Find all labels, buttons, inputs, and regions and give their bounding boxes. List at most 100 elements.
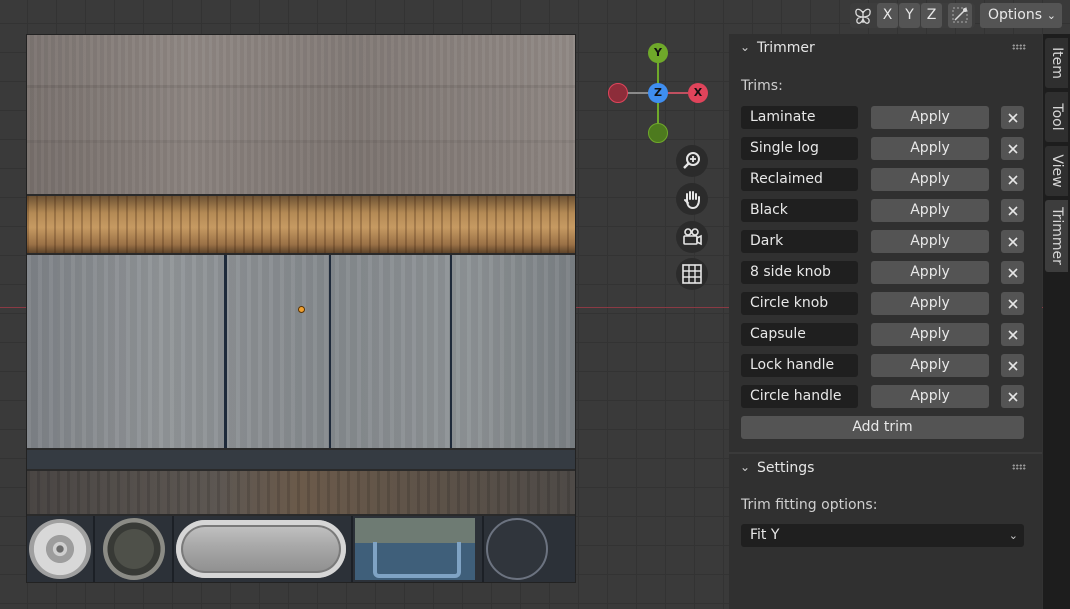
mirror-butterfly-icon[interactable] (852, 5, 874, 27)
trim-row: Circle handle Apply (741, 385, 1024, 408)
trim-delete-button[interactable] (1001, 168, 1024, 191)
trims-label: Trims: (741, 78, 783, 94)
trim-apply-button[interactable]: Apply (871, 168, 989, 191)
trim-apply-button[interactable]: Apply (871, 354, 989, 377)
trim-delete-button[interactable] (1001, 137, 1024, 160)
trim-delete-button[interactable] (1001, 230, 1024, 253)
trim-delete-button[interactable] (1001, 354, 1024, 377)
trimmer-panel-header[interactable]: ⌄ Trimmer (729, 34, 1042, 62)
texture-circle-knob (103, 518, 165, 580)
texture-circle-handle (486, 518, 548, 580)
trim-name-field[interactable]: Circle knob (741, 292, 858, 315)
drag-grip-icon[interactable] (1012, 464, 1026, 470)
texture-reclaimed (27, 255, 575, 448)
trim-name-field[interactable]: 8 side knob (741, 261, 858, 284)
texture-single-log (27, 196, 575, 253)
gizmo-neg-x-axis[interactable] (608, 83, 628, 103)
close-icon (1007, 205, 1018, 216)
tab-trimmer-label: Trimmer (1048, 207, 1065, 265)
trim-delete-button[interactable] (1001, 385, 1024, 408)
origin-point (298, 306, 305, 313)
trim-row: Single log Apply (741, 137, 1024, 160)
texture-8-side-knob (29, 519, 91, 579)
trim-fitting-label: Trim fitting options: (741, 497, 878, 513)
settings-panel-header[interactable]: ⌄ Settings (729, 454, 1042, 482)
mirror-x-button[interactable]: X (877, 3, 898, 28)
trim-apply-button[interactable]: Apply (871, 230, 989, 253)
trim-delete-button[interactable] (1001, 323, 1024, 346)
trim-name-field[interactable]: Lock handle (741, 354, 858, 377)
options-dropdown[interactable]: Options ⌄ (980, 3, 1062, 28)
mirror-z-button[interactable]: Z (921, 3, 942, 28)
tab-view[interactable]: View (1045, 146, 1068, 196)
mirror-y-button[interactable]: Y (899, 3, 920, 28)
tab-item[interactable]: Item (1045, 38, 1068, 88)
snap-toggle-button[interactable] (948, 3, 972, 28)
trim-apply-button[interactable]: Apply (871, 292, 989, 315)
drag-grip-icon[interactable] (1012, 44, 1026, 50)
trim-name-field[interactable]: Single log (741, 137, 858, 160)
trim-name-field[interactable]: Circle handle (741, 385, 858, 408)
trim-delete-button[interactable] (1001, 106, 1024, 129)
close-icon (1007, 391, 1018, 402)
texture-lock-handle (355, 518, 475, 580)
grid-view-button[interactable] (676, 258, 708, 290)
trim-apply-button[interactable]: Apply (871, 261, 989, 284)
texture-separator (93, 516, 95, 582)
sidebar-panel: ⌄ Trimmer Trims: Laminate Apply Single log… (729, 34, 1042, 609)
trim-apply-button[interactable]: Apply (871, 385, 989, 408)
mirror-x-label: X (882, 7, 893, 23)
trim-delete-button[interactable] (1001, 261, 1024, 284)
texture-dark (27, 471, 575, 514)
texture-hardware-strip (27, 516, 575, 582)
gizmo-x-axis[interactable]: X (688, 83, 708, 103)
trim-delete-button[interactable] (1001, 292, 1024, 315)
trim-name-field[interactable]: Dark (741, 230, 858, 253)
trim-row: Lock handle Apply (741, 354, 1024, 377)
mirror-z-label: Z (926, 7, 937, 23)
zoom-button[interactable] (676, 145, 708, 177)
gizmo-z-axis[interactable]: Z (648, 83, 668, 103)
close-icon (1007, 360, 1018, 371)
close-icon (1007, 267, 1018, 278)
chevron-down-icon: ⌄ (740, 40, 751, 54)
trim-row: Laminate Apply (741, 106, 1024, 129)
trim-name-field[interactable]: Laminate (741, 106, 858, 129)
trim-name-field[interactable]: Reclaimed (741, 168, 858, 191)
trim-row: Dark Apply (741, 230, 1024, 253)
texture-laminate (27, 35, 575, 194)
trim-fitting-select[interactable]: Fit Y ⌄ (741, 524, 1024, 547)
texture-separator (351, 516, 353, 582)
add-trim-button[interactable]: Add trim (741, 416, 1024, 439)
camera-icon (683, 228, 702, 246)
gizmo-neg-y-axis[interactable] (648, 123, 668, 143)
zoom-icon (683, 152, 700, 169)
grid-icon (682, 264, 702, 284)
trim-apply-button[interactable]: Apply (871, 137, 989, 160)
trim-name-field[interactable]: Black (741, 199, 858, 222)
pan-button[interactable] (676, 183, 708, 215)
trim-row: Circle knob Apply (741, 292, 1024, 315)
trim-row: 8 side knob Apply (741, 261, 1024, 284)
tab-trimmer[interactable]: Trimmer (1045, 200, 1068, 272)
mirror-y-label: Y (905, 7, 914, 23)
close-icon (1007, 112, 1018, 123)
options-label: Options (988, 7, 1043, 23)
settings-panel-title: Settings (757, 460, 815, 476)
camera-button[interactable] (676, 221, 708, 253)
trimmer-panel-title: Trimmer (757, 40, 815, 56)
tab-tool-label: Tool (1048, 103, 1065, 131)
tab-item-label: Item (1048, 47, 1065, 79)
trim-name-field[interactable]: Capsule (741, 323, 858, 346)
texture-separator (172, 516, 174, 582)
trim-apply-button[interactable]: Apply (871, 106, 989, 129)
chevron-down-icon: ⌄ (1046, 9, 1056, 22)
tab-tool[interactable]: Tool (1045, 92, 1068, 142)
gizmo-y-label: Y (654, 46, 662, 59)
gizmo-y-axis[interactable]: Y (648, 43, 668, 63)
trim-apply-button[interactable]: Apply (871, 323, 989, 346)
trim-delete-button[interactable] (1001, 199, 1024, 222)
trim-fitting-value: Fit Y (750, 527, 780, 543)
trim-apply-button[interactable]: Apply (871, 199, 989, 222)
texture-separator (482, 516, 484, 582)
